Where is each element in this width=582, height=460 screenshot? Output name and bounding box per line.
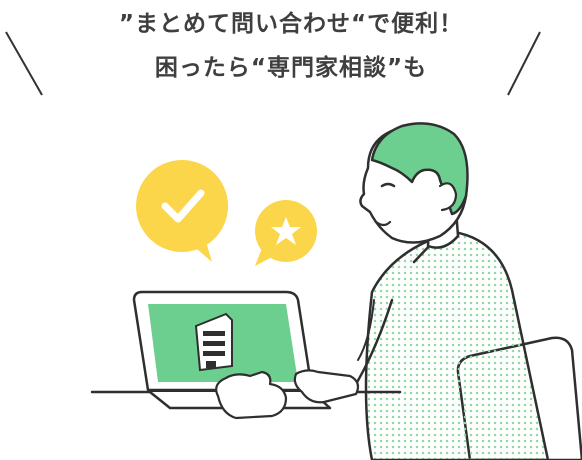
torso-shirt: [304, 230, 550, 460]
person-laptop-illustration: [5, 31, 582, 460]
check-bubble: [136, 160, 229, 262]
illustration-stage: ”まとめて問い合わせ“で便利！ 困ったら“専門家相談”も: [0, 0, 582, 460]
left-slash-decoration: [5, 31, 43, 96]
head: [359, 122, 469, 244]
star-bubble: [255, 200, 317, 266]
right-slash-decoration: [507, 31, 541, 96]
